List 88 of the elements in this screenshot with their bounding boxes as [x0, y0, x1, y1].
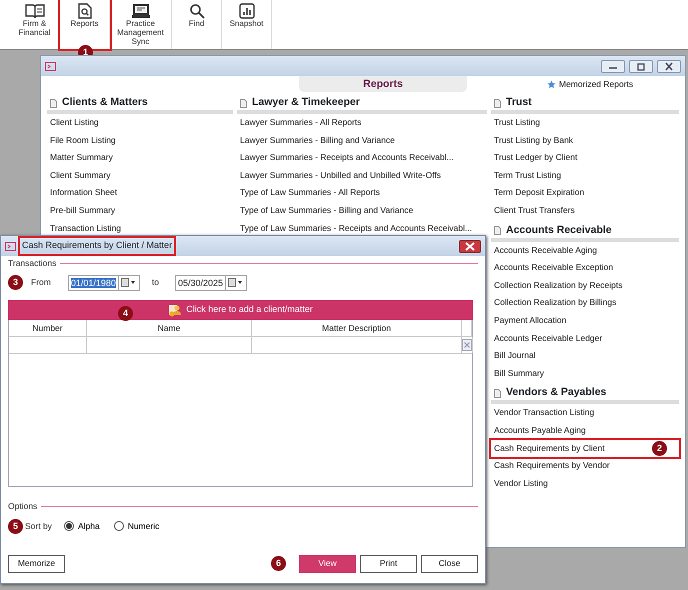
document-icon — [240, 98, 247, 108]
app-icon — [45, 62, 56, 70]
section-title: Accounts Receivable — [506, 222, 612, 238]
book-icon — [24, 3, 44, 19]
section-title: Lawyer & Timekeeper — [252, 95, 360, 110]
report-link[interactable]: Accounts Receivable Aging — [491, 242, 679, 260]
person-add-icon — [168, 302, 182, 317]
report-link[interactable]: Type of Law Summaries - Receipts and Accounts Receivabl... — [237, 220, 487, 238]
app-icon — [5, 242, 16, 250]
column-header: Number — [9, 320, 87, 336]
maximize-button[interactable] — [629, 60, 653, 72]
toolbar-button[interactable]: Find — [172, 0, 222, 49]
report-link[interactable]: Trust Listing — [491, 114, 679, 132]
star-icon — [547, 80, 556, 88]
report-link[interactable]: Client Trust Transfers — [491, 202, 679, 220]
report-link[interactable]: Lawyer Summaries - Unbilled and Unbilled Write-Offs — [237, 166, 487, 184]
radio-option[interactable]: Alpha — [64, 520, 100, 532]
callout-marker: 2 — [652, 440, 667, 456]
toolbar-button[interactable]: Snapshot — [222, 0, 272, 49]
chart-icon — [238, 3, 254, 19]
column-header: Matter Description — [252, 320, 462, 336]
document-icon — [50, 98, 57, 108]
reports-tab[interactable]: Reports — [299, 76, 467, 92]
report-link[interactable]: Accounts Payable Aging — [491, 422, 679, 440]
device-icon — [130, 3, 150, 19]
dialog-button[interactable]: View — [299, 554, 356, 572]
report-link[interactable]: Lawyer Summaries - Billing and Variance — [237, 132, 487, 150]
report-link[interactable]: Term Trust Listing — [491, 166, 679, 184]
document-icon — [494, 98, 501, 108]
report-link[interactable]: Bill Summary — [491, 364, 679, 382]
dialog-title: Cash Requirements by Client / Matter — [20, 238, 174, 254]
report-link[interactable]: Type of Law Summaries - All Reports — [237, 184, 487, 202]
report-link[interactable]: Trust Listing by Bank — [491, 132, 679, 150]
dialog-button[interactable]: Memorize — [8, 554, 65, 572]
report-link[interactable]: Type of Law Summaries - Billing and Variance — [237, 202, 487, 220]
report-link[interactable]: Vendor Transaction Listing — [491, 404, 679, 422]
report-icon — [78, 3, 92, 19]
callout-marker: 5 — [8, 518, 23, 534]
report-link[interactable]: Vendor Listing — [491, 474, 679, 492]
toolbar-button[interactable]: Reports — [60, 0, 110, 49]
date-field[interactable]: 05/30/2025 — [174, 274, 226, 291]
to-label: to — [152, 276, 159, 290]
memorized-reports-link[interactable]: Memorized Reports — [559, 78, 634, 90]
toolbar-button[interactable]: Firm & Financial — [10, 0, 60, 49]
search-icon — [188, 3, 204, 19]
dialog-button[interactable]: Close — [421, 554, 478, 572]
report-link[interactable]: Information Sheet — [47, 184, 233, 202]
callout-marker: 6 — [271, 556, 286, 571]
close-button[interactable] — [459, 240, 481, 252]
section-title: Trust — [506, 95, 532, 110]
from-label: From — [31, 276, 51, 290]
report-link[interactable]: Pre-bill Summary — [47, 202, 233, 220]
close-icon — [465, 242, 475, 250]
report-link[interactable]: Collection Realization by Receipts — [491, 276, 679, 294]
report-link[interactable]: Collection Realization by Billings — [491, 294, 679, 312]
report-link[interactable]: Lawyer Summaries - Receipts and Accounts Receivabl... — [237, 149, 487, 167]
document-icon — [494, 388, 501, 398]
report-link[interactable]: Trust Ledger by Client — [491, 149, 679, 167]
document-icon — [494, 226, 501, 236]
report-link[interactable]: Accounts Receivable Ledger — [491, 330, 679, 348]
dialog-button[interactable]: Print — [360, 554, 417, 572]
column-header: Name — [87, 320, 252, 336]
report-link[interactable]: Payment Allocation — [491, 312, 679, 330]
report-link[interactable]: Client Listing — [47, 114, 233, 132]
report-link[interactable]: Bill Journal — [491, 347, 679, 365]
delete-icon[interactable] — [462, 338, 472, 351]
report-link[interactable]: Cash Requirements by Client 2 — [491, 440, 679, 458]
radio-option[interactable]: Numeric — [114, 520, 160, 532]
report-link[interactable]: Matter Summary — [47, 149, 233, 167]
section-label: Options — [8, 500, 38, 512]
close-button[interactable] — [657, 60, 681, 72]
report-link[interactable]: Accounts Receivable Exception — [491, 259, 679, 277]
section-title: Clients & Matters — [62, 95, 148, 110]
section-title: Vendors & Payables — [506, 385, 606, 400]
callout-marker: 3 — [8, 275, 23, 290]
date-field[interactable]: 01/01/1980 — [68, 274, 119, 291]
report-link[interactable]: Lawyer Summaries - All Reports — [237, 114, 487, 132]
section-label: Transactions — [8, 257, 56, 270]
calendar-button[interactable] — [118, 274, 140, 291]
toolbar-button[interactable]: Practice Management Sync — [110, 0, 172, 49]
report-link[interactable]: Transaction Listing — [47, 220, 233, 238]
report-link[interactable]: Term Deposit Expiration — [491, 184, 679, 202]
sort-by-label: Sort by — [25, 520, 52, 532]
calendar-button[interactable] — [226, 274, 247, 291]
report-link[interactable]: Cash Requirements by Vendor — [491, 457, 679, 475]
minimize-button[interactable] — [601, 60, 625, 72]
report-link[interactable]: File Room Listing — [47, 132, 233, 150]
report-link[interactable]: Client Summary — [47, 166, 233, 184]
